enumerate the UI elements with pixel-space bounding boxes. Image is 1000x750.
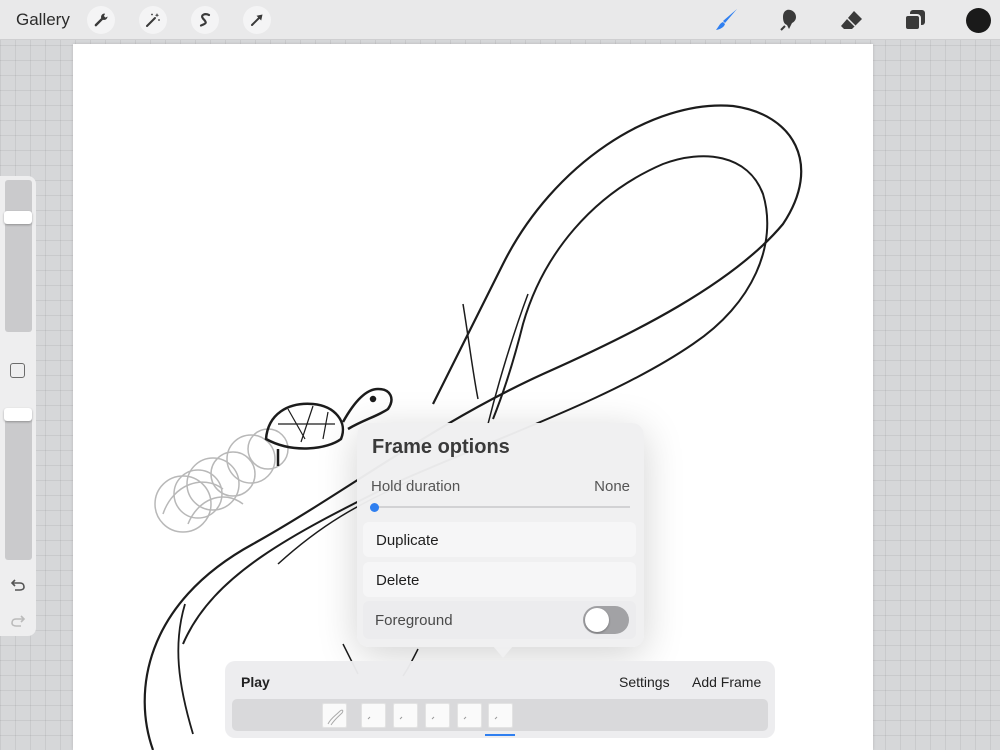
frame-thumbnail[interactable] [457, 703, 482, 728]
left-sidebar [0, 176, 36, 636]
frame-strip [232, 699, 768, 731]
play-button[interactable]: Play [241, 674, 270, 690]
hold-duration-knob[interactable] [370, 503, 379, 512]
foreground-row: Foreground [363, 601, 636, 639]
brush-icon[interactable] [713, 6, 741, 34]
transform-arrow-icon[interactable] [243, 6, 271, 34]
foreground-toggle[interactable] [583, 606, 629, 634]
eraser-icon[interactable] [838, 6, 866, 34]
selected-frame-indicator [485, 734, 515, 736]
popover-arrow [493, 646, 513, 658]
brush-size-thumb[interactable] [4, 210, 32, 224]
frame-thumbnail[interactable] [425, 703, 450, 728]
layers-icon[interactable] [901, 6, 929, 34]
hold-duration-slider[interactable] [372, 506, 630, 508]
delete-button[interactable]: Delete [363, 562, 636, 597]
opacity-slider[interactable] [5, 408, 32, 560]
foreground-label: Foreground [375, 612, 453, 629]
modify-button[interactable] [10, 363, 25, 378]
hold-duration-label: Hold duration [371, 478, 461, 495]
add-frame-button[interactable]: Add Frame [692, 674, 761, 690]
animation-timeline: Play Settings Add Frame [225, 661, 775, 738]
smudge-icon[interactable] [776, 6, 804, 34]
undo-icon[interactable] [9, 575, 27, 593]
selection-s-icon[interactable] [191, 6, 219, 34]
opacity-thumb[interactable] [4, 408, 32, 421]
settings-button[interactable]: Settings [619, 674, 670, 690]
redo-icon[interactable] [9, 611, 27, 629]
popover-title: Frame options [372, 436, 510, 458]
wrench-icon[interactable] [87, 6, 115, 34]
toggle-knob [585, 608, 609, 632]
duplicate-button[interactable]: Duplicate [363, 522, 636, 557]
magic-wand-icon[interactable] [139, 6, 167, 34]
frame-thumbnail[interactable] [361, 703, 386, 728]
brush-size-slider[interactable] [5, 180, 32, 332]
color-picker-button[interactable] [966, 8, 991, 33]
frame-thumbnail[interactable] [322, 703, 347, 728]
hold-duration-value: None [594, 478, 630, 495]
top-toolbar: Gallery [0, 0, 1000, 40]
frame-thumbnail-selected[interactable] [488, 703, 513, 728]
frame-options-popover: Frame options Hold duration None Duplica… [357, 423, 644, 647]
gallery-button[interactable]: Gallery [16, 10, 70, 30]
frame-thumbnail[interactable] [393, 703, 418, 728]
